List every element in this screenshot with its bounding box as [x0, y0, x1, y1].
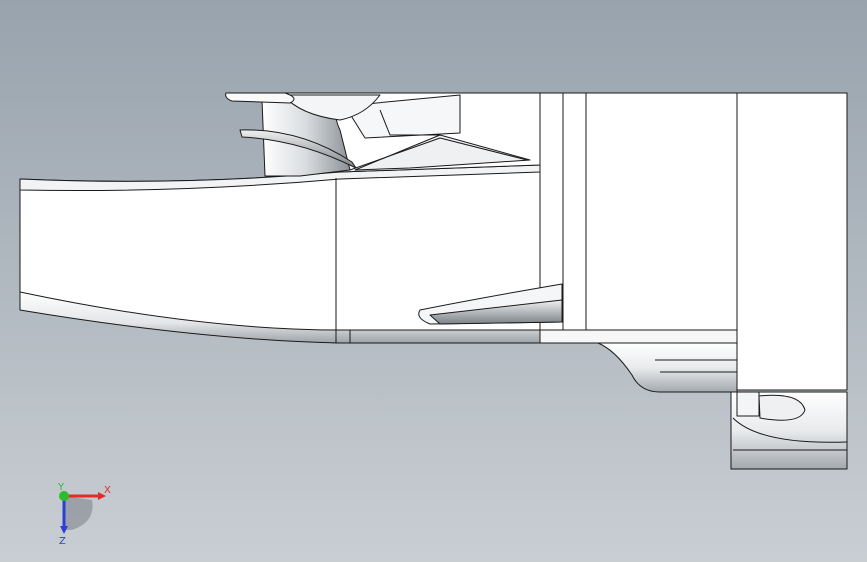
- model-view[interactable]: [0, 0, 867, 562]
- graphics-viewport[interactable]: X Y Z: [0, 0, 867, 562]
- fin-top: [225, 92, 295, 104]
- triad-z-shadow: [64, 496, 93, 530]
- triad-x-label: X: [104, 485, 111, 496]
- orientation-triad: X Y Z: [57, 482, 111, 547]
- bracket-tab: [736, 391, 760, 417]
- right-tall-block: [736, 92, 848, 391]
- triad-z-label: Z: [59, 536, 66, 547]
- lower-rail: [539, 329, 738, 344]
- triad-y-label: Y: [57, 482, 65, 493]
